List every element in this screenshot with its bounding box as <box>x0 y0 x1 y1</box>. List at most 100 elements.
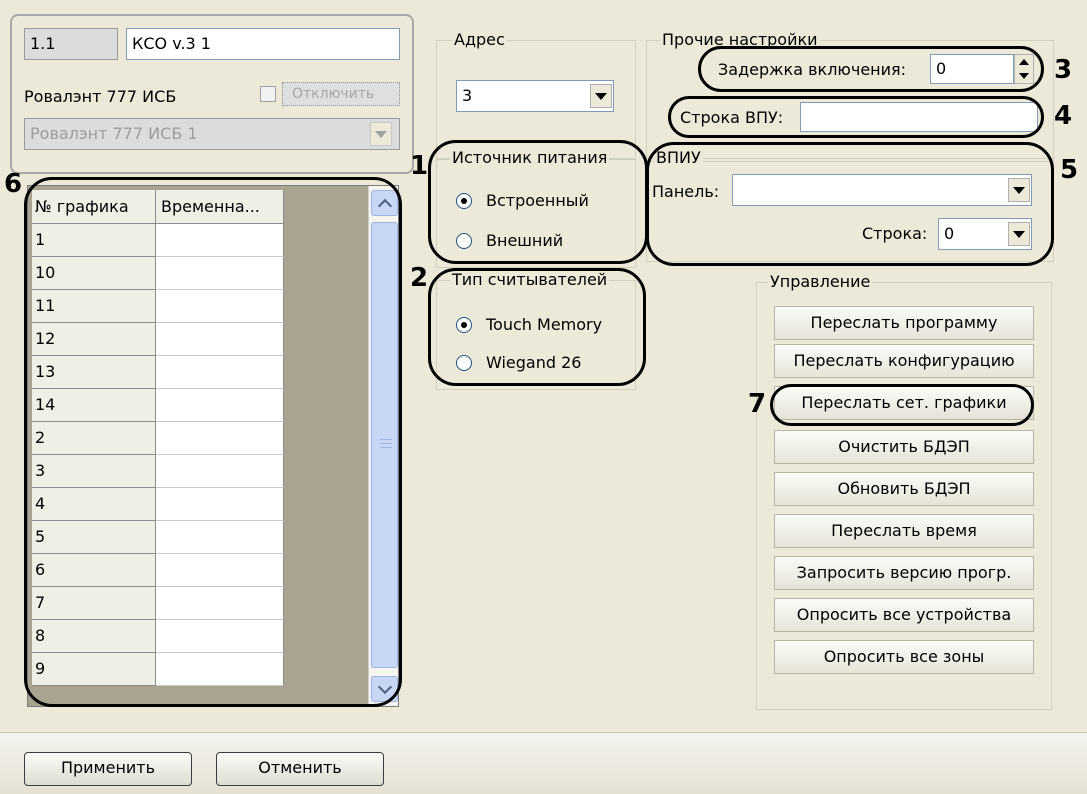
column-header-time[interactable]: Временна... <box>156 190 284 224</box>
table-row[interactable]: 5 <box>32 521 284 554</box>
scroll-down-button[interactable] <box>371 676 398 702</box>
radio-external[interactable] <box>456 233 472 249</box>
row-number-cell: 12 <box>32 323 156 356</box>
annotation-number-2: 2 <box>410 263 429 293</box>
chevron-down-icon <box>1013 230 1025 238</box>
address-dropdown[interactable] <box>590 84 612 108</box>
panel-select[interactable] <box>732 174 1032 206</box>
delay-label: Задержка включения: <box>718 60 907 79</box>
row-number-cell: 7 <box>32 587 156 620</box>
time-cell[interactable] <box>156 323 284 356</box>
row-number-cell: 8 <box>32 620 156 653</box>
table-row[interactable]: 7 <box>32 587 284 620</box>
chevron-down-icon <box>595 92 607 100</box>
disable-label: Отключить <box>292 86 375 102</box>
reader-type-group <box>436 280 636 390</box>
time-cell[interactable] <box>156 422 284 455</box>
address-title: Адрес <box>452 30 507 50</box>
annotation-number-1: 1 <box>410 151 429 181</box>
table-row[interactable]: 8 <box>32 620 284 653</box>
other-settings-title: Прочие настройки <box>660 30 820 50</box>
chevron-up-icon <box>377 198 392 213</box>
table-row[interactable]: 11 <box>32 290 284 323</box>
radio-touch-memory-label: Touch Memory <box>486 315 603 334</box>
vertical-scrollbar[interactable] <box>368 186 398 706</box>
column-header-schedule-number[interactable]: № графика <box>32 190 156 224</box>
reader-type-title: Тип считывателей <box>450 270 610 290</box>
power-source-group <box>436 158 636 268</box>
control-title: Управление <box>768 272 873 292</box>
annotation-number-4: 4 <box>1054 101 1073 131</box>
time-cell[interactable] <box>156 488 284 521</box>
row-number-cell: 9 <box>32 653 156 686</box>
row-dropdown[interactable] <box>1008 222 1030 246</box>
row-number-cell: 2 <box>32 422 156 455</box>
row-number-cell: 11 <box>32 290 156 323</box>
row-number-cell: 1 <box>32 224 156 257</box>
request-version-button[interactable]: Запросить версию прогр. <box>774 556 1034 590</box>
time-cell[interactable] <box>156 521 284 554</box>
spin-up-icon[interactable] <box>1019 59 1029 65</box>
time-cell[interactable] <box>156 455 284 488</box>
clear-db-button[interactable]: Очистить БДЭП <box>774 430 1034 464</box>
chevron-down-icon <box>375 130 387 138</box>
vpu-input[interactable] <box>800 102 1038 132</box>
row-number-cell: 10 <box>32 257 156 290</box>
panel-label: Панель: <box>652 182 720 201</box>
send-schedules-button[interactable]: Переслать сет. графики <box>774 386 1034 420</box>
chevron-down-icon <box>1013 186 1025 194</box>
radio-builtin[interactable] <box>456 193 472 209</box>
time-cell[interactable] <box>156 620 284 653</box>
time-cell[interactable] <box>156 356 284 389</box>
annotation-number-3: 3 <box>1054 55 1073 85</box>
row-number-cell: 14 <box>32 389 156 422</box>
scroll-up-button[interactable] <box>371 190 398 216</box>
apply-button[interactable]: Применить <box>24 752 192 786</box>
time-cell[interactable] <box>156 257 284 290</box>
row-label: Строка: <box>862 224 928 243</box>
disable-checkbox[interactable] <box>260 86 276 102</box>
table-row[interactable]: 13 <box>32 356 284 389</box>
send-config-button[interactable]: Переслать конфигурацию <box>774 344 1034 378</box>
time-cell[interactable] <box>156 290 284 323</box>
spin-down-icon[interactable] <box>1019 73 1029 79</box>
send-program-button[interactable]: Переслать программу <box>774 306 1034 340</box>
delay-spinner[interactable] <box>1014 54 1034 84</box>
table-row[interactable]: 12 <box>32 323 284 356</box>
annotation-number-6: 6 <box>4 169 23 199</box>
update-db-button[interactable]: Обновить БДЭП <box>774 472 1034 506</box>
table-row[interactable]: 4 <box>32 488 284 521</box>
delay-input[interactable]: 0 <box>930 54 1014 84</box>
radio-touch-memory[interactable] <box>456 317 472 333</box>
send-time-button[interactable]: Переслать время <box>774 514 1034 548</box>
table-row[interactable]: 10 <box>32 257 284 290</box>
time-cell[interactable] <box>156 554 284 587</box>
cancel-button[interactable]: Отменить <box>216 752 384 786</box>
table-row[interactable]: 9 <box>32 653 284 686</box>
panel-dropdown[interactable] <box>1008 178 1030 202</box>
power-source-title: Источник питания <box>450 148 610 168</box>
table-row[interactable]: 14 <box>32 389 284 422</box>
row-number-cell: 13 <box>32 356 156 389</box>
device-select-dropdown[interactable] <box>370 122 392 146</box>
schedule-table[interactable]: № графика Временна... 1 10 11 12 13 14 2… <box>27 185 399 707</box>
scroll-thumb[interactable] <box>371 222 398 668</box>
poll-devices-button[interactable]: Опросить все устройства <box>774 598 1034 632</box>
time-cell[interactable] <box>156 389 284 422</box>
row-number-cell: 5 <box>32 521 156 554</box>
device-name-field[interactable]: КСО v.3 1 <box>126 28 400 60</box>
table-row[interactable]: 6 <box>32 554 284 587</box>
device-select[interactable]: Ровалэнт 777 ИСБ 1 <box>24 118 400 150</box>
time-cell[interactable] <box>156 587 284 620</box>
row-number-cell: 4 <box>32 488 156 521</box>
device-id-field[interactable]: 1.1 <box>24 28 118 60</box>
time-cell[interactable] <box>156 224 284 257</box>
poll-zones-button[interactable]: Опросить все зоны <box>774 640 1034 674</box>
annotation-number-5: 5 <box>1060 155 1079 185</box>
table-row[interactable]: 3 <box>32 455 284 488</box>
table-row[interactable]: 1 <box>32 224 284 257</box>
vpu-label: Строка ВПУ: <box>680 108 784 127</box>
radio-wiegand[interactable] <box>456 355 472 371</box>
time-cell[interactable] <box>156 653 284 686</box>
table-row[interactable]: 2 <box>32 422 284 455</box>
